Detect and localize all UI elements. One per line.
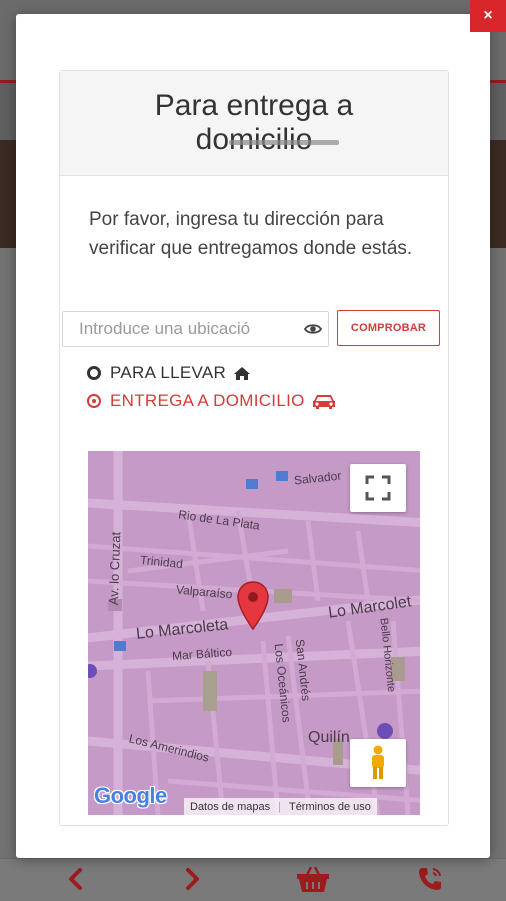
chevron-left-icon bbox=[69, 868, 82, 890]
address-field bbox=[62, 311, 329, 347]
map-attribution: Datos de mapas | Términos de uso bbox=[184, 798, 377, 815]
option-pickup[interactable]: PARA LLEVAR bbox=[87, 361, 251, 385]
pegman-icon bbox=[372, 745, 384, 779]
street-view-button[interactable] bbox=[350, 739, 406, 787]
basket-icon bbox=[297, 866, 329, 892]
option-pickup-label: PARA LLEVAR bbox=[110, 363, 227, 382]
map[interactable]: Salvador Rio de La Plata Av. lo Cruzat T… bbox=[88, 451, 420, 815]
title-decoration bbox=[229, 140, 339, 145]
terms-link[interactable]: Términos de uso bbox=[289, 801, 371, 813]
back-button[interactable] bbox=[56, 862, 96, 896]
map-pin-icon[interactable] bbox=[236, 581, 270, 631]
fullscreen-button[interactable] bbox=[350, 464, 406, 512]
fullscreen-icon bbox=[365, 475, 391, 501]
car-icon bbox=[312, 393, 336, 410]
delivery-card: Para entrega a domicilio Por favor, ingr… bbox=[59, 70, 449, 826]
option-delivery[interactable]: ENTREGA A DOMICILIO bbox=[87, 389, 336, 413]
attribution-separator: | bbox=[278, 800, 281, 813]
check-button[interactable]: COMPROBAR bbox=[337, 310, 440, 346]
intro-text: Por favor, ingresa tu dirección para ver… bbox=[89, 209, 413, 259]
google-logo: Google bbox=[94, 783, 167, 809]
delivery-modal: Para entrega a domicilio Por favor, ingr… bbox=[16, 14, 490, 858]
option-delivery-label: ENTREGA A DOMICILIO bbox=[110, 391, 305, 410]
card-header: Para entrega a domicilio bbox=[60, 71, 448, 176]
chevron-right-icon bbox=[186, 868, 199, 890]
address-input[interactable] bbox=[63, 312, 299, 346]
eye-icon[interactable] bbox=[303, 321, 323, 342]
call-button[interactable] bbox=[410, 862, 450, 896]
radio-unselected[interactable] bbox=[87, 366, 101, 380]
place-quilin: Quilín bbox=[308, 729, 350, 746]
home-icon bbox=[233, 366, 251, 381]
radio-selected[interactable] bbox=[87, 394, 101, 408]
street-av-lo-cruzat: Av. lo Cruzat bbox=[105, 531, 124, 606]
close-button[interactable]: × bbox=[470, 0, 506, 32]
phone-icon bbox=[419, 868, 441, 890]
map-data-link[interactable]: Datos de mapas bbox=[190, 801, 270, 813]
page-title: Para entrega a domicilio bbox=[154, 89, 354, 156]
basket-button[interactable] bbox=[293, 862, 333, 896]
forward-button[interactable] bbox=[172, 862, 212, 896]
google-logo-text: Google bbox=[94, 783, 167, 808]
